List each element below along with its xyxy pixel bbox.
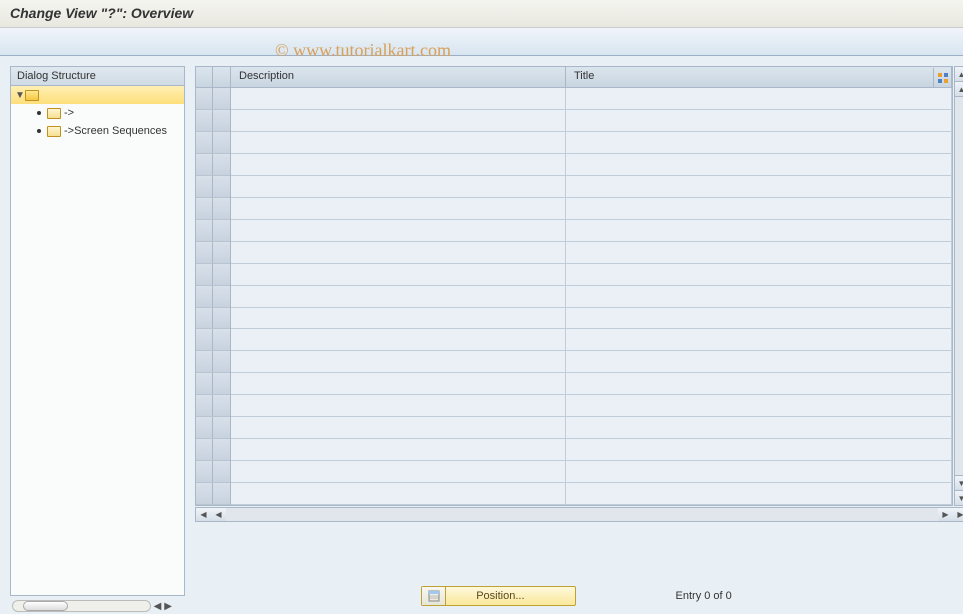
scroll-up-icon[interactable]: ▲ [955,67,963,82]
row-selector[interactable] [196,198,230,220]
scroll-down-icon[interactable]: ▼ [955,475,963,490]
grid-body [231,88,952,505]
tree-header: Dialog Structure [11,67,184,86]
row-selector[interactable] [196,110,230,132]
data-grid: Description Title [195,66,953,506]
grid-footer: Position... Entry 0 of 0 [200,586,953,606]
row-selector[interactable] [196,176,230,198]
row-selector[interactable] [196,417,230,439]
row-selector[interactable] [196,373,230,395]
table-row[interactable] [231,198,952,220]
row-selector[interactable] [196,308,230,330]
tree-child1-label: -> [64,107,74,119]
table-row[interactable] [231,461,952,483]
row-selector[interactable] [196,286,230,308]
table-row[interactable] [231,329,952,351]
row-selector[interactable] [196,220,230,242]
table-row[interactable] [231,351,952,373]
dialog-structure-panel: Dialog Structure ▼ -> ->Screen Sequences [10,66,185,596]
column-header-description[interactable]: Description [231,67,566,87]
scroll-up-icon[interactable]: ▲ [955,82,963,97]
bullet-icon [37,129,41,133]
row-selector[interactable] [196,483,230,505]
scrollbar-track[interactable] [12,600,151,612]
window-title-bar: Change View "?": Overview [0,0,963,28]
row-selector[interactable] [196,264,230,286]
row-selector-column [196,67,231,505]
scroll-down-icon[interactable]: ▼ [955,490,963,505]
row-selector[interactable] [196,439,230,461]
scrollbar-thumb[interactable] [23,601,68,611]
grid-columns: Description Title [231,67,952,505]
row-selector[interactable] [196,154,230,176]
table-row[interactable] [231,264,952,286]
collapse-icon[interactable]: ▼ [15,90,25,101]
row-selector[interactable] [196,88,230,110]
folder-closed-icon [47,108,61,119]
table-row[interactable] [231,395,952,417]
row-selector[interactable] [196,395,230,417]
table-row[interactable] [231,88,952,110]
window-title: Change View "?": Overview [10,5,193,21]
scroll-left-icon[interactable]: ◀ [211,508,226,521]
table-row[interactable] [231,132,952,154]
table-row[interactable] [231,308,952,330]
position-icon [422,587,446,605]
horizontal-scrollbar[interactable]: ◀ ◀ ▶ ▶ [195,507,963,522]
column-header-title[interactable]: Title [566,67,952,87]
table-row[interactable] [231,417,952,439]
row-selector[interactable] [196,132,230,154]
scroll-right-icon[interactable]: ▶ [164,601,172,612]
table-row[interactable] [231,286,952,308]
vertical-scrollbar[interactable]: ▲ ▲ ▼ ▼ [954,66,963,506]
position-button[interactable]: Position... [421,586,575,606]
tree-root-node[interactable]: ▼ [11,86,184,104]
folder-closed-icon [47,126,61,137]
row-selector[interactable] [196,351,230,373]
tree-child-node-1[interactable]: -> [11,104,184,122]
table-row[interactable] [231,176,952,198]
row-selector[interactable] [196,329,230,351]
tree-child2-label: ->Screen Sequences [64,125,167,137]
folder-open-icon [25,90,39,101]
tree-horizontal-scrollbar[interactable]: ◀ ▶ [12,598,172,614]
scroll-right-icon[interactable]: ▶ [953,508,963,521]
row-selector[interactable] [196,242,230,264]
table-row[interactable] [231,110,952,132]
scroll-left-icon[interactable]: ◀ [154,601,162,612]
bullet-icon [37,111,41,115]
position-button-label: Position... [446,590,574,602]
tree-body: ▼ -> ->Screen Sequences [11,86,184,140]
data-grid-panel: Description Title [195,66,953,506]
grid-header-row: Description Title [231,67,952,88]
main-content: Dialog Structure ▼ -> ->Screen Sequences [0,56,963,614]
row-selector[interactable] [196,461,230,483]
table-row[interactable] [231,373,952,395]
table-row[interactable] [231,242,952,264]
entry-count-label: Entry 0 of 0 [676,590,732,602]
scroll-left-icon[interactable]: ◀ [196,508,211,521]
application-toolbar [0,28,963,56]
table-settings-icon[interactable] [933,68,951,87]
table-row[interactable] [231,154,952,176]
scroll-right-icon[interactable]: ▶ [938,508,953,521]
table-row[interactable] [231,439,952,461]
table-row[interactable] [231,220,952,242]
table-row[interactable] [231,483,952,505]
tree-child-node-2[interactable]: ->Screen Sequences [11,122,184,140]
row-selector-header[interactable] [196,67,230,88]
